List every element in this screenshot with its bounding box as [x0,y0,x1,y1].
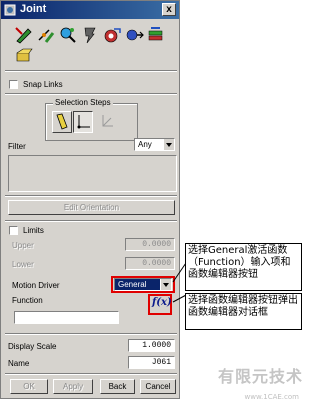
motion-driver-select[interactable]: General [114,278,172,291]
limits-label: Limits [23,226,44,235]
filter-value: Any [138,140,152,149]
lower-label: Lower [12,260,34,269]
snap-links-label: Snap Links [23,80,63,89]
display-scale-field[interactable]: 1.0000 [128,339,175,352]
apply-button[interactable]: Apply [53,379,93,394]
selection-steps-label: Selection Steps [53,98,113,107]
link-select-icon[interactable] [14,47,34,67]
filter-select[interactable]: Any [134,138,175,151]
fx-annotation: 选择函数编辑器按钮弹出函数编辑器对话框 [185,293,302,330]
upper-label: Upper [12,241,34,250]
close-button[interactable]: x [162,3,176,16]
watermark-url: www.1CAE.com [244,393,300,401]
dialog-title: Joint [20,3,47,15]
display-scale-label: Display Scale [8,342,57,351]
motion-driver-value: General [118,280,147,289]
link-step-icon [56,113,68,130]
fx-icon: f(x) [152,297,172,308]
select-link-icon[interactable] [14,25,34,45]
motion-driver-label: Motion Driver [12,281,60,290]
back-button[interactable]: Back [100,379,135,394]
stack-icon[interactable] [146,25,166,45]
toolbar [14,23,174,69]
joint-list[interactable] [8,155,177,192]
edit-orientation-button[interactable]: Edit Orientation [8,200,175,215]
inspect-icon[interactable] [58,25,78,45]
snap-links-checkbox[interactable] [9,80,18,89]
origin-step-icon [77,115,90,129]
step-orient-button[interactable] [97,111,117,133]
vector-icon[interactable] [102,25,122,45]
separator [5,70,177,72]
separator [5,373,177,375]
watermark-logo: 有限元技术 [217,367,303,386]
cancel-button[interactable]: Cancel [140,379,176,394]
name-field[interactable]: J061 [128,356,175,369]
lower-field[interactable]: 0.0000 [125,257,175,270]
title-bar: Joint x [1,1,179,19]
separator [5,220,177,222]
joint-origin-icon[interactable] [36,25,56,45]
function-editor-button[interactable]: f(x) [151,297,172,312]
upper-field[interactable]: 0.0000 [125,238,175,251]
orient-step-icon [102,115,113,127]
step-origin-button[interactable] [73,111,93,133]
step-link-button[interactable] [52,111,72,133]
ok-button[interactable]: OK [10,379,48,394]
driver-icon[interactable] [124,25,144,45]
joint-icon [4,4,16,16]
separator [5,93,177,95]
separator [5,333,177,335]
joint-dialog: Joint x Snap Links Selection Steps Filte… [0,0,180,399]
separator [5,195,177,197]
name-label: Name [8,359,30,368]
motion-driver-annotation: 选择General激活函数（Function）输入项和函数编辑器按钮 [185,243,302,291]
function-input[interactable] [14,311,119,324]
filter-label: Filter [8,142,26,151]
marker-icon[interactable] [80,25,100,45]
function-label: Function [12,296,43,305]
chevron-down-icon [163,139,174,150]
limits-checkbox[interactable] [9,226,18,235]
